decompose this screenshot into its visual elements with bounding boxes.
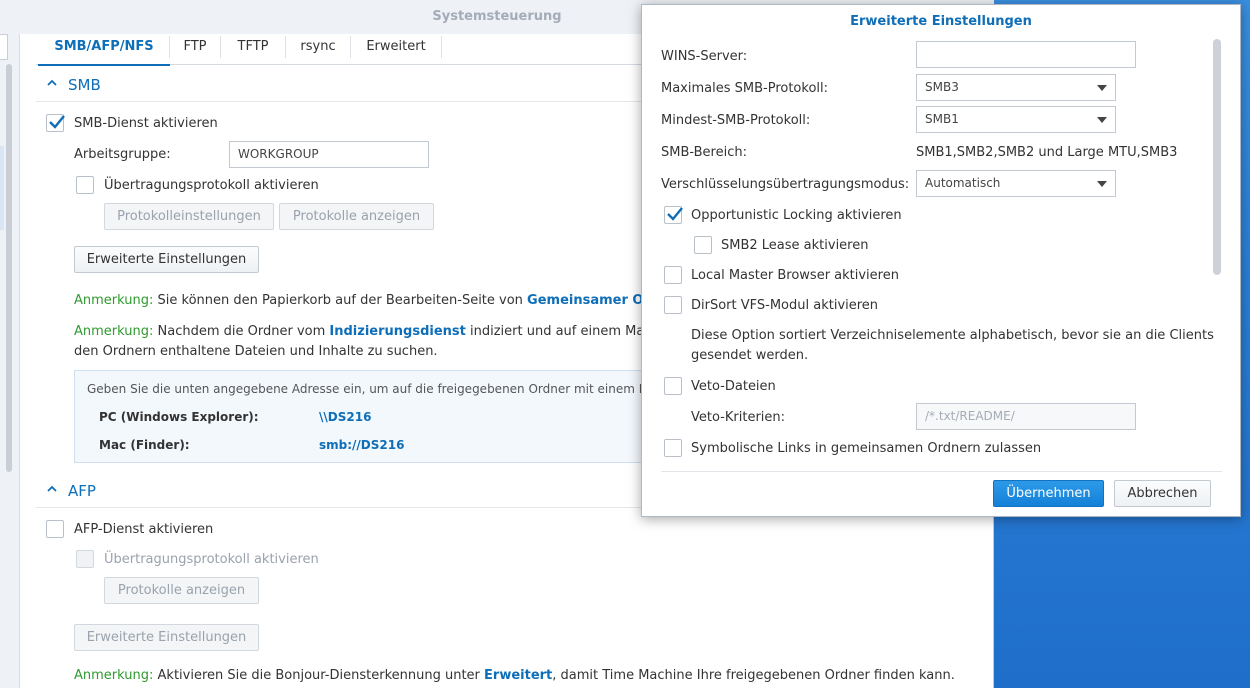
note-label: Anmerkung: [74, 668, 154, 683]
dialog-scrollbar[interactable] [1213, 39, 1221, 275]
tab-separator [441, 36, 442, 58]
chevron-up-icon [46, 483, 58, 499]
smb-show-logs-button[interactable]: Protokolle anzeigen [279, 203, 434, 230]
afp-section-title: AFP [68, 482, 96, 500]
advanced-settings-dialog: Erweiterte Einstellungen WINS-Server: Ma… [641, 4, 1241, 517]
max-smb-protocol-label: Maximales SMB-Protokoll: [661, 81, 829, 96]
min-smb-protocol-select[interactable]: SMB1 [916, 106, 1116, 133]
smb-section-title: SMB [68, 76, 101, 94]
wins-server-input[interactable] [916, 41, 1136, 68]
local-master-browser-checkbox[interactable] [664, 266, 682, 284]
mac-finder-address: smb://DS216 [319, 438, 405, 452]
smb-advanced-settings-button[interactable]: Erweiterte Einstellungen [74, 246, 259, 273]
wins-server-label: WINS-Server: [661, 49, 748, 64]
tab-tftp[interactable]: TFTP [221, 34, 285, 65]
advanced-link[interactable]: Erweitert [484, 668, 552, 683]
note-text: Nachdem die Ordner vom [153, 324, 330, 339]
afp-note-bonjour: Anmerkung: Aktivieren Sie die Bonjour-Di… [74, 668, 955, 683]
apply-button[interactable]: Übernehmen [993, 480, 1104, 507]
smb-enable-checkbox[interactable] [46, 114, 65, 132]
log-settings-button[interactable]: Protokolleinstellungen [104, 203, 274, 230]
afp-transfer-log-checkbox[interactable] [76, 550, 94, 568]
note-label: Anmerkung: [74, 324, 154, 339]
veto-files-checkbox[interactable] [664, 377, 682, 395]
smb-enable-label: SMB-Dienst aktivieren [74, 116, 218, 131]
indexing-service-link[interactable]: Indizierungsdienst [329, 324, 465, 339]
dropdown-arrow-icon [1097, 181, 1107, 187]
select-value: SMB1 [925, 112, 959, 126]
smb-transfer-log-checkbox[interactable] [76, 176, 94, 194]
smb2-lease-checkbox[interactable] [694, 236, 712, 254]
smb-address-infobox: Geben Sie die unten angegebene Adresse e… [74, 370, 674, 463]
workgroup-input[interactable]: WORKGROUP [229, 141, 429, 168]
min-smb-protocol-label: Mindest-SMB-Protokoll: [661, 113, 811, 128]
smb-note-recycle: Anmerkung: Sie können den Papierkorb auf… [74, 293, 668, 308]
pc-explorer-address: \\DS216 [319, 410, 372, 424]
note-text: Sie können den Papierkorb auf der Bearbe… [153, 293, 528, 308]
mac-finder-label: Mac (Finder): [99, 438, 190, 452]
oplock-label: Opportunistic Locking aktivieren [691, 208, 902, 223]
dirsort-description-1: Diese Option sortiert Verzeichniselement… [691, 328, 1214, 343]
select-value: SMB3 [925, 80, 959, 94]
oplock-checkbox[interactable] [664, 206, 683, 224]
smb-range-value: SMB1,SMB2,SMB2 und Large MTU,SMB3 [916, 145, 1178, 160]
tab-rsync[interactable]: rsync [286, 34, 350, 65]
symlinks-label: Symbolische Links in gemeinsamen Ordnern… [691, 441, 1042, 456]
smb-note-indexing: Anmerkung: Nachdem die Ordner vom Indizi… [74, 324, 680, 339]
smb-transfer-log-label: Übertragungsprotokoll aktivieren [104, 178, 319, 193]
note-text: Aktivieren Sie die Bonjour-Diensterkennu… [153, 668, 485, 683]
veto-criteria-label: Veto-Kriterien: [691, 410, 786, 425]
smb-range-label: SMB-Bereich: [661, 145, 747, 160]
note-text: , damit Time Machine Ihre freigegebenen … [552, 668, 955, 683]
workgroup-label: Arbeitsgruppe: [74, 147, 171, 162]
tab-ftp[interactable]: FTP [170, 34, 220, 65]
afp-transfer-log-label: Übertragungsprotokoll aktivieren [104, 552, 319, 567]
dirsort-checkbox[interactable] [664, 296, 682, 314]
smb-note-indexing-line2: den Ordnern enthaltene Dateien und Inhal… [74, 344, 438, 359]
afp-enable-label: AFP-Dienst aktivieren [74, 522, 214, 537]
veto-files-label: Veto-Dateien [691, 379, 776, 394]
checkmark-icon [49, 115, 65, 129]
pc-explorer-label: PC (Windows Explorer): [99, 410, 259, 424]
select-value: Automatisch [925, 176, 1001, 190]
sidebar-selected-marker [0, 146, 4, 230]
dialog-title: Erweiterte Einstellungen [850, 14, 1032, 29]
symlinks-checkbox[interactable] [664, 439, 682, 457]
sidebar-search-edge [0, 34, 8, 60]
dropdown-arrow-icon [1097, 85, 1107, 91]
tab-erweitert[interactable]: Erweitert [351, 34, 441, 65]
dropdown-arrow-icon [1097, 117, 1107, 123]
cancel-button[interactable]: Abbrechen [1114, 480, 1211, 507]
veto-criteria-input[interactable]: /*.txt/README/ [916, 403, 1136, 430]
local-master-browser-label: Local Master Browser aktivieren [691, 268, 899, 283]
encryption-mode-select[interactable]: Automatisch [916, 170, 1116, 197]
left-sidebar [0, 34, 20, 688]
chevron-up-icon [46, 77, 58, 93]
sidebar-scrollbar[interactable] [6, 64, 12, 472]
max-smb-protocol-select[interactable]: SMB3 [916, 74, 1116, 101]
checkmark-icon [667, 207, 683, 221]
dirsort-label: DirSort VFS-Modul aktivieren [691, 298, 879, 313]
encryption-mode-label: Verschlüsselungsübertragungsmodus: [661, 177, 910, 192]
dirsort-description-2: gesendet werden. [691, 348, 809, 363]
afp-show-logs-button[interactable]: Protokolle anzeigen [104, 577, 259, 604]
infobox-intro: Geben Sie die unten angegebene Adresse e… [87, 382, 670, 396]
afp-enable-checkbox[interactable] [46, 520, 64, 538]
dialog-footer-divider [661, 471, 1222, 472]
smb2-lease-label: SMB2 Lease aktivieren [721, 238, 869, 253]
tab-smb-afp-nfs[interactable]: SMB/AFP/NFS [38, 34, 170, 66]
afp-advanced-settings-button[interactable]: Erweiterte Einstellungen [74, 624, 259, 651]
note-label: Anmerkung: [74, 293, 154, 308]
